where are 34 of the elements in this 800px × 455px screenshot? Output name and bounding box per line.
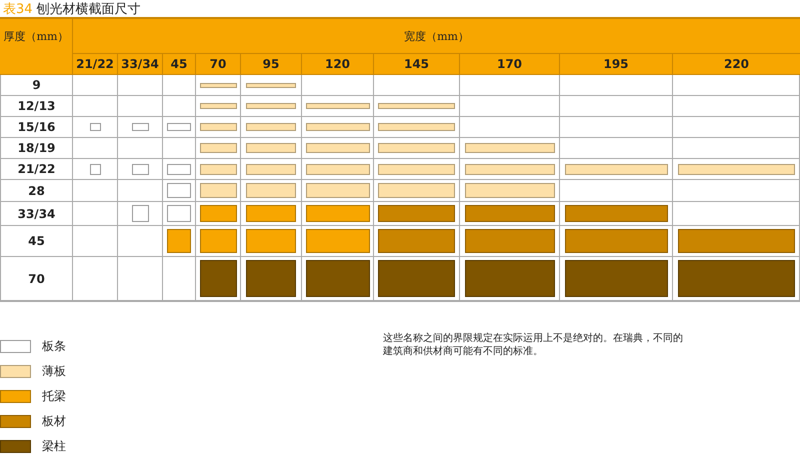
row-header: 18/19	[0, 138, 73, 159]
table-cell	[118, 75, 163, 96]
column-header: 45	[163, 54, 196, 75]
column-header: 33/34	[118, 54, 163, 75]
note-text: 这些名称之间的界限规定在实际运用上不是绝对的。在瑞典，不同的建筑商和供材商可能有不同的标准。	[383, 332, 684, 358]
legend-label: 板材	[42, 413, 66, 430]
table-number: 表34	[3, 0, 33, 18]
table-cell	[73, 75, 118, 96]
column-header: 195	[560, 54, 673, 75]
table-cell	[73, 226, 118, 257]
row-header: 21/22	[0, 159, 73, 180]
column-header: 70	[196, 54, 241, 75]
row-header: 70	[0, 257, 73, 301]
legend-label: 梁柱	[42, 438, 66, 455]
column-header: 95	[241, 54, 302, 75]
column-header: 21/22	[73, 54, 118, 75]
column-header: 145	[374, 54, 460, 75]
column-header: 宽度（mm）	[73, 19, 800, 54]
column-header: 170	[460, 54, 560, 75]
row-header: 厚度（mm）	[0, 19, 73, 75]
column-header: 120	[302, 54, 374, 75]
column-header: 220	[673, 54, 800, 75]
row-header: 28	[0, 180, 73, 202]
row-header: 33/34	[0, 202, 73, 226]
legend-label: 板条	[42, 338, 66, 355]
table-cell	[118, 257, 163, 301]
row-header: 9	[0, 75, 73, 96]
legend-label: 薄板	[42, 363, 66, 380]
legend-label: 托梁	[42, 388, 66, 405]
table-title: 刨光材横截面尺寸	[36, 0, 141, 18]
row-header: 12/13	[0, 96, 73, 117]
table-cell	[73, 257, 118, 301]
row-header: 15/16	[0, 117, 73, 138]
row-header: 45	[0, 226, 73, 257]
